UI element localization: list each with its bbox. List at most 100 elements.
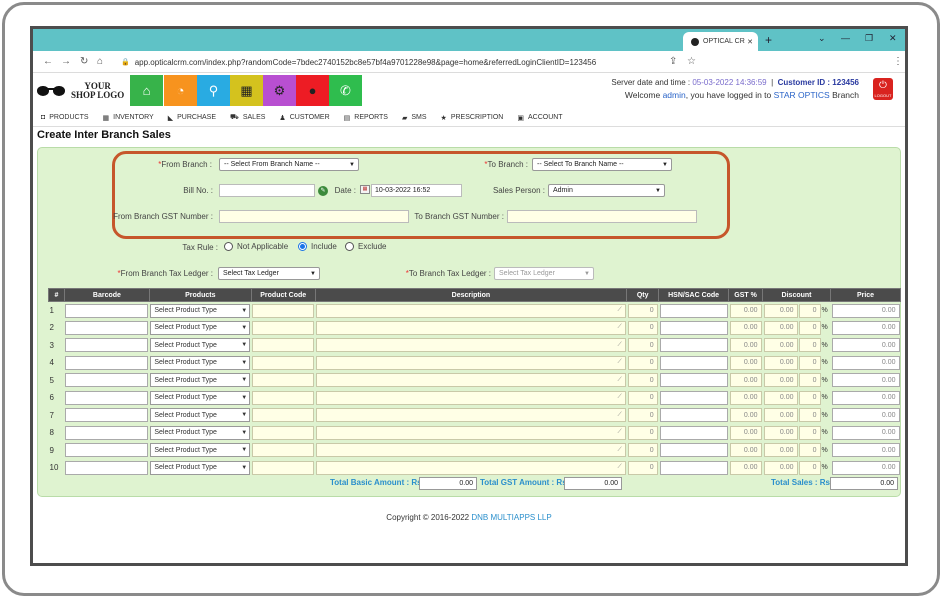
discount-amount-input[interactable]: 0.00 [763,320,798,335]
hsn-input[interactable] [659,320,728,335]
description-textarea[interactable]: ⟋ [316,320,626,335]
gst-input[interactable]: 0.00 [729,373,762,388]
menu-item-prescription[interactable]: ★ PRESCRIPTION [441,114,504,122]
hsn-input[interactable] [659,460,728,475]
user-button[interactable]: ● [296,75,329,106]
discount-amount-input[interactable]: 0.00 [763,373,798,388]
gst-input[interactable]: 0.00 [729,320,762,335]
menu-item-customer[interactable]: ♟ CUSTOMER [279,114,329,122]
tab-close-icon[interactable]: ✕ [747,38,753,46]
qty-input[interactable]: 0 [627,320,658,335]
discount-percent-input[interactable]: 0 [798,320,821,335]
url-field[interactable]: 🔒 app.opticalcrm.com/index.php?randomCod… [113,54,703,70]
discount-percent-input[interactable]: 0 [798,460,821,475]
home-icon[interactable]: ⌂ [97,56,103,67]
hsn-input[interactable] [659,425,728,440]
price-input[interactable]: 0.00 [831,425,900,440]
discount-percent-input[interactable]: 0 [798,425,821,440]
to-branch-select[interactable]: -- Select To Branch Name -- ▼ [532,158,672,171]
reload-icon[interactable]: ↻ [80,56,88,67]
description-textarea[interactable]: ⟋ [316,408,626,423]
price-input[interactable]: 0.00 [831,338,900,353]
product-code-input[interactable] [252,408,315,423]
hsn-input[interactable] [659,355,728,370]
discount-amount-input[interactable]: 0.00 [763,338,798,353]
browser-menu-icon[interactable]: ⋮ [893,56,903,67]
discount-amount-input[interactable]: 0.00 [763,390,798,405]
gst-input[interactable]: 0.00 [729,425,762,440]
price-input[interactable]: 0.00 [831,373,900,388]
product-type-select[interactable]: Select Product Type ▼ [150,390,251,405]
product-type-select[interactable]: Select Product Type ▼ [150,355,251,370]
qty-input[interactable]: 0 [627,303,658,318]
barcode-input[interactable] [65,425,149,440]
whatsapp-button[interactable]: ✆ [329,75,362,106]
discount-amount-input[interactable]: 0.00 [763,355,798,370]
description-textarea[interactable]: ⟋ [316,425,626,440]
discount-amount-input[interactable]: 0.00 [763,303,798,318]
hsn-input[interactable] [659,443,728,458]
menu-item-account[interactable]: ▣ ACCOUNT [517,114,562,122]
settings-button[interactable]: ⚙ [263,75,296,106]
price-input[interactable]: 0.00 [831,390,900,405]
calendar-icon[interactable]: ▦ [360,185,370,194]
gst-input[interactable]: 0.00 [729,303,762,318]
hsn-input[interactable] [659,408,728,423]
gst-input[interactable]: 0.00 [729,390,762,405]
qty-input[interactable]: 0 [627,355,658,370]
qty-input[interactable]: 0 [627,443,658,458]
search-button[interactable]: ⚲ [197,75,230,106]
menu-item-inventory[interactable]: ▦ INVENTORY [103,114,154,122]
gst-input[interactable]: 0.00 [729,338,762,353]
discount-percent-input[interactable]: 0 [798,303,821,318]
product-type-select[interactable]: Select Product Type ▼ [150,373,251,388]
edit-pencil-icon[interactable]: ✎ [318,186,328,196]
gst-input[interactable]: 0.00 [729,460,762,475]
product-code-input[interactable] [252,303,315,318]
product-code-input[interactable] [252,425,315,440]
barcode-input[interactable] [65,320,149,335]
description-textarea[interactable]: ⟋ [316,443,626,458]
price-input[interactable]: 0.00 [831,443,900,458]
forward-icon[interactable]: → [61,56,71,67]
user-name[interactable]: admin [663,90,686,100]
from-branch-select[interactable]: -- Select From Branch Name -- ▼ [219,158,359,171]
to-gst-input[interactable] [507,210,697,223]
discount-percent-input[interactable]: 0 [798,355,821,370]
minimize-icon[interactable]: — [841,33,850,43]
menu-item-products[interactable]: ◘ PRODUCTS [41,114,89,121]
discount-percent-input[interactable]: 0 [798,373,821,388]
price-input[interactable]: 0.00 [831,408,900,423]
discount-percent-input[interactable]: 0 [798,390,821,405]
new-tab-button[interactable]: + [765,33,772,47]
barcode-input[interactable] [65,460,149,475]
product-type-select[interactable]: Select Product Type ▼ [150,460,251,475]
window-close-icon[interactable]: ✕ [889,33,897,44]
product-code-input[interactable] [252,355,315,370]
barcode-input[interactable] [65,338,149,353]
description-textarea[interactable]: ⟋ [316,303,626,318]
tax-rule-exclude[interactable]: Exclude [345,242,386,251]
barcode-input[interactable] [65,303,149,318]
product-code-input[interactable] [252,443,315,458]
product-code-input[interactable] [252,460,315,475]
gst-input[interactable]: 0.00 [729,443,762,458]
menu-item-sales[interactable]: ⛟ SALES [230,113,265,122]
date-input[interactable]: 10-03-2022 16:52 [371,184,462,197]
product-code-input[interactable] [252,373,315,388]
qty-input[interactable]: 0 [627,408,658,423]
product-type-select[interactable]: Select Product Type ▼ [150,320,251,335]
qty-input[interactable]: 0 [627,425,658,440]
barcode-input[interactable] [65,408,149,423]
discount-percent-input[interactable]: 0 [798,408,821,423]
product-type-select[interactable]: Select Product Type ▼ [150,303,251,318]
maximize-icon[interactable]: ❐ [865,33,873,44]
price-input[interactable]: 0.00 [831,460,900,475]
hsn-input[interactable] [659,373,728,388]
hsn-input[interactable] [659,390,728,405]
product-code-input[interactable] [252,320,315,335]
price-input[interactable]: 0.00 [831,355,900,370]
from-gst-input[interactable] [219,210,409,223]
product-type-select[interactable]: Select Product Type ▼ [150,408,251,423]
discount-amount-input[interactable]: 0.00 [763,443,798,458]
